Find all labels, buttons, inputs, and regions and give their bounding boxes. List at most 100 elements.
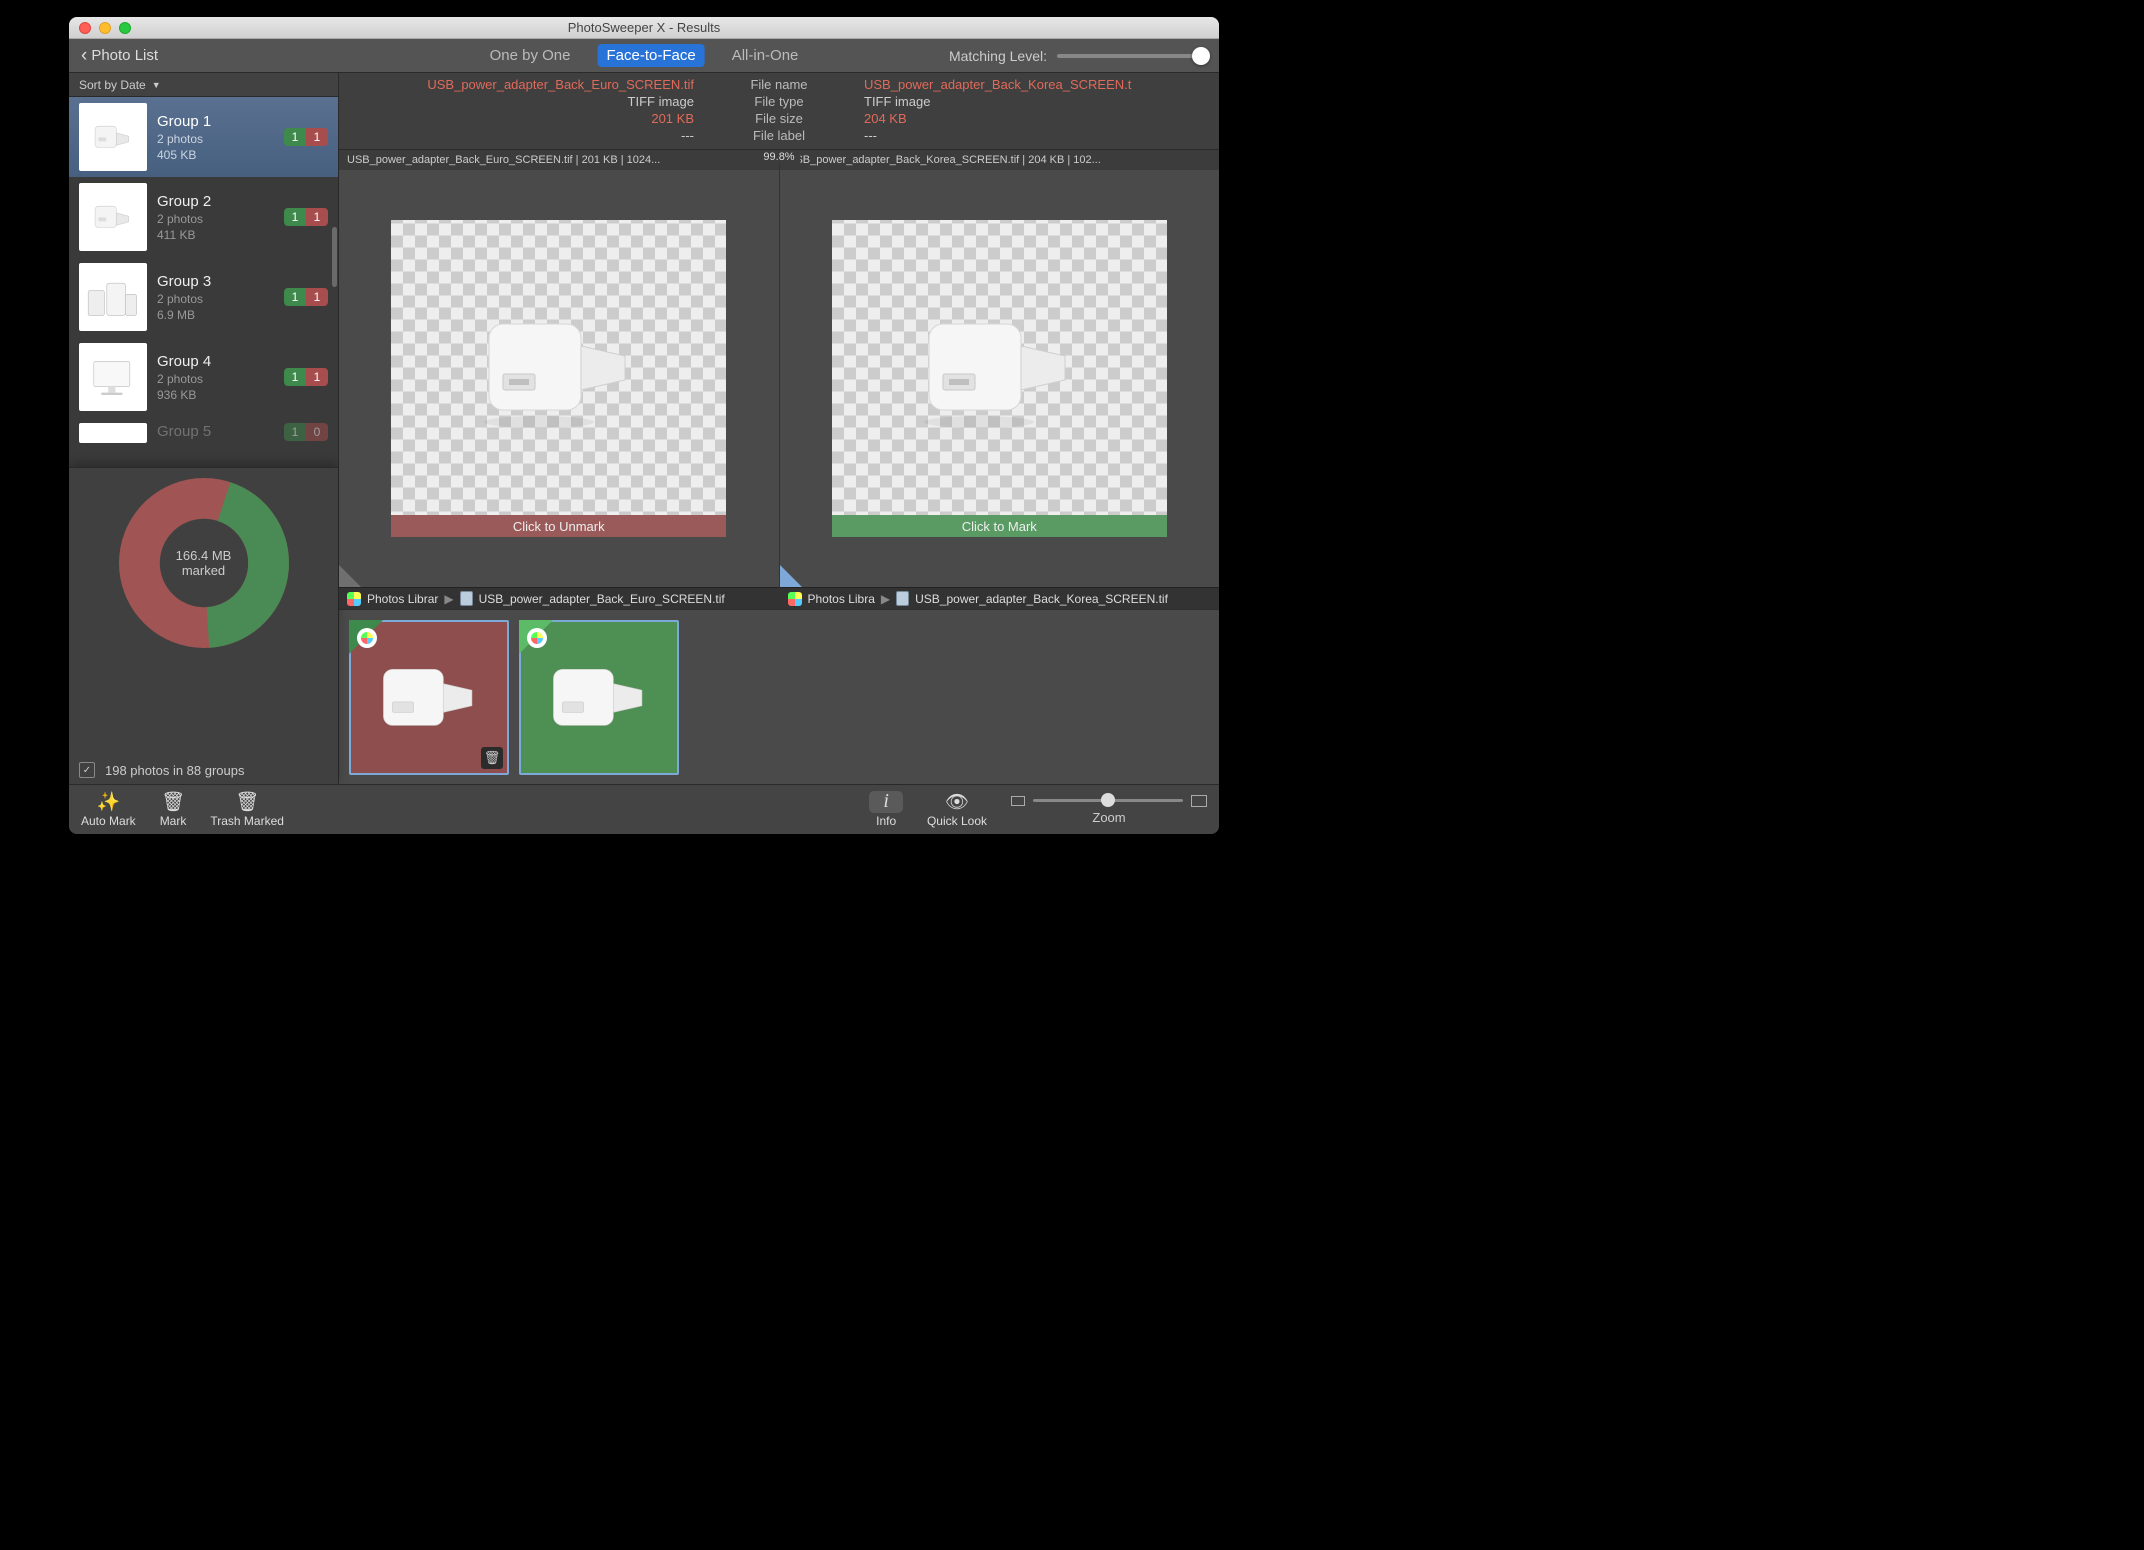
- crumb-library[interactable]: Photos Libra: [808, 592, 875, 606]
- group-size: 6.9 MB: [157, 308, 274, 322]
- group-row[interactable]: Group 2 2 photos 411 KB 1 1: [69, 177, 338, 257]
- photos-library-icon: [788, 592, 802, 606]
- meta-left: TIFF image: [353, 94, 714, 109]
- main-panel: USB_power_adapter_Back_Euro_SCREEN.tif F…: [339, 73, 1219, 784]
- image-area[interactable]: Click to Mark: [780, 170, 1220, 587]
- similarity-badge: 99.8%: [757, 151, 800, 163]
- group-row[interactable]: Group 5 1 0: [69, 417, 338, 447]
- group-title: Group 1: [157, 113, 274, 130]
- photos-library-icon: [357, 628, 377, 648]
- crumb-file[interactable]: USB_power_adapter_Back_Euro_SCREEN.tif: [479, 592, 725, 606]
- matching-level-label: Matching Level:: [949, 48, 1047, 64]
- thumbnail-keep[interactable]: [519, 620, 679, 775]
- sort-label: Sort by Date: [79, 78, 146, 92]
- info-button[interactable]: i Info: [869, 791, 903, 828]
- corner-indicator-icon: [339, 565, 361, 587]
- group-row[interactable]: Group 3 2 photos 6.9 MB 1 1: [69, 257, 338, 337]
- meta-left: 201 KB: [353, 111, 714, 126]
- window-title: PhotoSweeper X - Results: [69, 20, 1219, 35]
- pane-header: USB_power_adapter_Back_Euro_SCREEN.tif |…: [347, 154, 771, 166]
- pane-header: USB_power_adapter_Back_Korea_SCREEN.tif …: [788, 154, 1212, 166]
- group-badge: 1 0: [284, 423, 328, 441]
- meta-right: 204 KB: [844, 111, 1205, 126]
- tab-one-by-one[interactable]: One by One: [481, 44, 580, 67]
- group-thumbnail: [79, 263, 147, 331]
- trash-icon[interactable]: 🗑: [481, 747, 503, 769]
- summary-panel: 166.4 MB marked ✓ 198 photos in 88 group…: [69, 467, 338, 784]
- crumb-library[interactable]: Photos Librar: [367, 592, 438, 606]
- group-badge: 1 1: [284, 288, 328, 306]
- group-size: 405 KB: [157, 148, 274, 162]
- group-count: 2 photos: [157, 132, 274, 146]
- tab-all-in-one[interactable]: All-in-One: [723, 44, 808, 67]
- right-pane: USB_power_adapter_Back_Korea_SCREEN.tif …: [780, 150, 1220, 609]
- donut-sub: marked: [182, 563, 225, 578]
- auto-mark-button[interactable]: ✨ Auto Mark: [81, 791, 136, 828]
- quick-look-button[interactable]: 👁 Quick Look: [927, 791, 987, 828]
- photo-preview: [391, 220, 726, 515]
- document-icon: [896, 591, 909, 606]
- group-size: 411 KB: [157, 228, 274, 242]
- meta-right: ---: [844, 128, 1205, 143]
- zoom-out-icon[interactable]: [1011, 796, 1025, 806]
- meta-mid: File type: [714, 94, 844, 109]
- app-window: PhotoSweeper X - Results ‹ Photo List On…: [69, 17, 1219, 834]
- metadata-table: USB_power_adapter_Back_Euro_SCREEN.tif F…: [339, 73, 1219, 150]
- group-count: 2 photos: [157, 292, 274, 306]
- group-thumbnail: [79, 103, 147, 171]
- group-title: Group 2: [157, 193, 274, 210]
- group-row[interactable]: Group 1 2 photos 405 KB 1 1: [69, 97, 338, 177]
- group-thumbnail: [79, 423, 147, 443]
- image-area[interactable]: Click to Unmark: [339, 170, 779, 587]
- group-badge: 1 1: [284, 368, 328, 386]
- matching-level-slider[interactable]: [1057, 54, 1207, 58]
- meta-right: USB_power_adapter_Back_Korea_SCREEN.t: [844, 77, 1205, 92]
- photos-library-icon: [347, 592, 361, 606]
- left-pane: USB_power_adapter_Back_Euro_SCREEN.tif |…: [339, 150, 780, 609]
- trash-check-icon: 🗑: [161, 791, 185, 813]
- unmark-button[interactable]: Click to Unmark: [391, 515, 726, 537]
- group-row[interactable]: Group 4 2 photos 936 KB 1 1: [69, 337, 338, 417]
- bottom-toolbar: ✨ Auto Mark 🗑 Mark 🗑 Trash Marked i Info…: [69, 784, 1219, 834]
- back-button[interactable]: ‹ Photo List: [81, 46, 158, 65]
- trash-icon: 🗑: [235, 791, 259, 813]
- thumbnail-marked[interactable]: 🗑: [349, 620, 509, 775]
- tab-face-to-face[interactable]: Face-to-Face: [598, 44, 705, 67]
- meta-mid: File name: [714, 77, 844, 92]
- photo-preview: [832, 220, 1167, 515]
- chevron-right-icon: ▶: [881, 592, 890, 606]
- chevron-right-icon: ▶: [444, 592, 453, 606]
- info-icon: i: [883, 790, 889, 813]
- group-size: 936 KB: [157, 388, 274, 402]
- group-list: Group 1 2 photos 405 KB 1 1 Group 2: [69, 97, 338, 467]
- mark-button[interactable]: 🗑 Mark: [160, 791, 187, 828]
- trash-marked-button[interactable]: 🗑 Trash Marked: [210, 791, 284, 828]
- meta-right: TIFF image: [844, 94, 1205, 109]
- sidebar: Sort by Date ▼ Group 1 2 photos 405 KB 1: [69, 73, 339, 784]
- scrollbar[interactable]: [332, 227, 337, 287]
- slider-knob-icon[interactable]: [1192, 47, 1210, 65]
- group-badge: 1 1: [284, 208, 328, 226]
- donut-chart: 166.4 MB marked: [119, 478, 289, 648]
- zoom-in-icon[interactable]: [1191, 795, 1207, 807]
- group-badge: 1 1: [284, 128, 328, 146]
- document-icon: [460, 591, 473, 606]
- photos-library-icon: [527, 628, 547, 648]
- meta-left: ---: [353, 128, 714, 143]
- checkbox-icon[interactable]: ✓: [79, 762, 95, 778]
- mark-button[interactable]: Click to Mark: [832, 515, 1167, 537]
- breadcrumb: Photos Libra ▶ USB_power_adapter_Back_Ko…: [780, 587, 1220, 609]
- group-title: Group 4: [157, 353, 274, 370]
- breadcrumb: Photos Librar ▶ USB_power_adapter_Back_E…: [339, 587, 779, 609]
- meta-mid: File label: [714, 128, 844, 143]
- group-title: Group 5: [157, 423, 274, 440]
- titlebar: PhotoSweeper X - Results: [69, 17, 1219, 39]
- group-thumbnail: [79, 343, 147, 411]
- crumb-file[interactable]: USB_power_adapter_Back_Korea_SCREEN.tif: [915, 592, 1168, 606]
- sort-button[interactable]: Sort by Date ▼: [69, 73, 338, 97]
- slider-knob-icon[interactable]: [1101, 793, 1115, 807]
- footer-summary: 198 photos in 88 groups: [105, 763, 245, 778]
- meta-mid: File size: [714, 111, 844, 126]
- zoom-slider[interactable]: [1033, 799, 1183, 802]
- wand-icon: ✨: [97, 791, 121, 813]
